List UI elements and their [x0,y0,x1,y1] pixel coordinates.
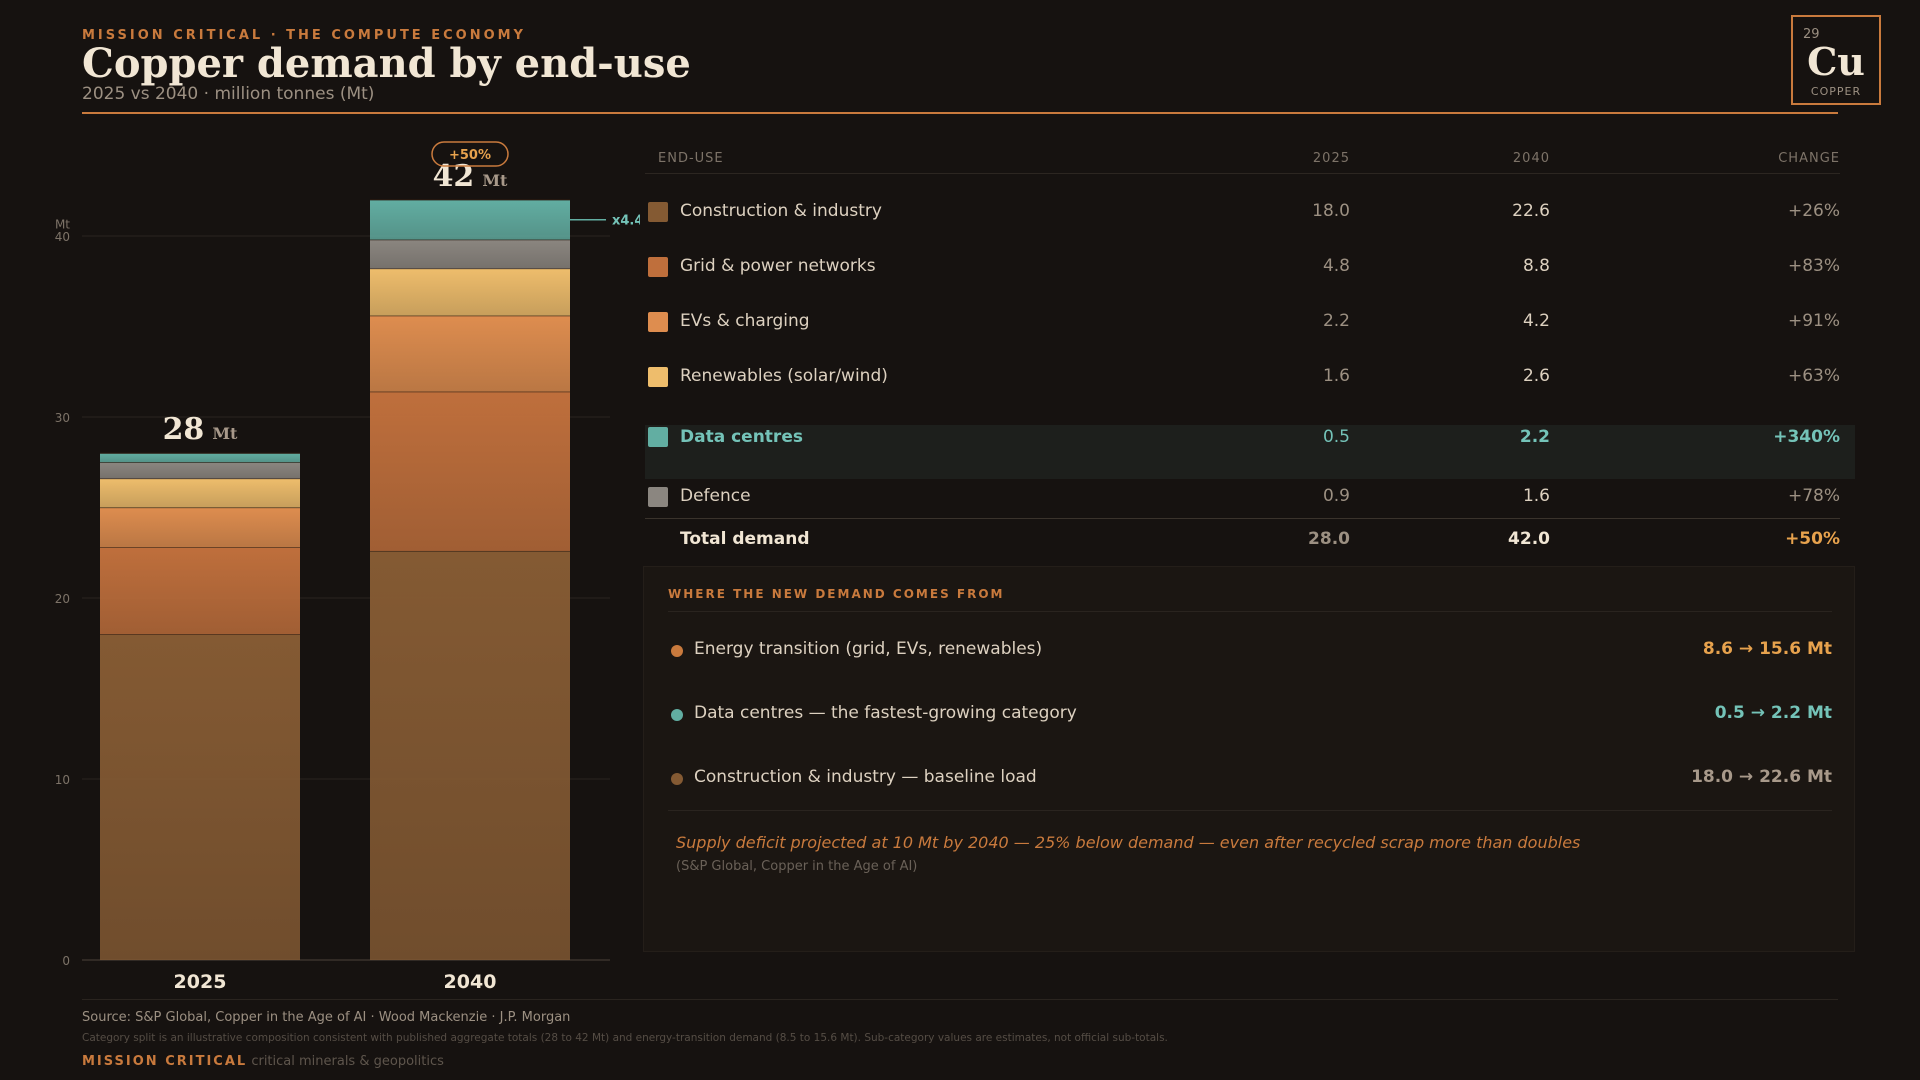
table-row-highlighted: Data centres 0.5 2.2 +340% [645,425,1855,479]
legend-swatch [648,367,668,387]
disclaimer: Category split is an illustrative compos… [82,1032,1168,1044]
bullet-dot [671,773,683,785]
panel-item: Energy transition (grid, EVs, renewables… [668,639,1832,669]
panel-item-label: Energy transition (grid, EVs, renewables… [694,639,1043,659]
multiplier-label: x4.4 [612,214,640,229]
page-subtitle: 2025 vs 2040 · million tonnes (Mt) [82,84,375,104]
bar-segment [370,239,570,269]
bullet-dot [671,645,683,657]
bar-segment [370,268,570,316]
row-change: +26% [1787,201,1840,221]
source-line: Source: S&P Global, Copper in the Age of… [82,1010,571,1025]
table-row: Renewables (solar/wind) 1.6 2.6 +63% [645,361,1855,415]
row-value-2025: 2.2 [1322,311,1350,331]
row-label: Grid & power networks [680,256,876,276]
row-value-2040: 1.6 [1522,486,1550,506]
bar-total-label: 42 Mt [433,159,508,194]
footer-divider [82,999,1838,1000]
legend-swatch [648,427,668,447]
demand-source-panel: WHERE THE NEW DEMAND COMES FROM Energy t… [643,566,1855,952]
element-symbol: Cu [1807,39,1865,84]
bar-segment [370,550,570,960]
col-header-2040: 2040 [1512,151,1550,166]
y-tick-label: 30 [55,411,70,425]
row-label: Defence [680,486,751,506]
table-total-divider [645,518,1840,519]
row-value-2040: 22.6 [1512,201,1550,221]
y-tick-label: 40 [55,230,70,244]
note-source: (S&P Global, Copper in the Age of AI) [676,859,918,874]
bar-segment [100,462,300,479]
bar-segment [100,634,300,960]
row-value-2025: 0.9 [1322,486,1350,506]
legend-swatch [648,202,668,222]
total-label: Total demand [680,529,810,549]
x-tick-label: 2025 [174,971,227,993]
panel-item: Data centres — the fastest-growing categ… [668,703,1832,733]
row-change: +78% [1787,486,1840,506]
bar-segment [100,507,300,548]
element-badge: 29 Cu COPPER [1791,15,1881,105]
total-2025: 28.0 [1308,529,1350,549]
legend-swatch [648,487,668,507]
row-label: Renewables (solar/wind) [680,366,888,386]
growth-badge-label: +50% [449,148,491,163]
panel-heading: WHERE THE NEW DEMAND COMES FROM [668,587,1005,601]
row-label: EVs & charging [680,311,810,331]
bar-segment [100,547,300,635]
y-axis-label: Mt [55,218,70,232]
stacked-bar-chart: 010203040Mt202528 Mt204042 Mt+50%x4.4 [55,141,640,993]
row-value-2040: 2.6 [1522,366,1550,386]
panel-divider [668,611,1832,612]
table-row: Construction & industry 18.0 22.6 +26% [645,196,1855,250]
row-value-2025: 4.8 [1322,256,1350,276]
table-row: EVs & charging 2.2 4.2 +91% [645,306,1855,360]
bar-segment [370,391,570,551]
panel-item-value: 18.0 → 22.6 Mt [1691,767,1832,787]
row-value-2040: 2.2 [1519,427,1550,447]
row-value-2040: 4.2 [1522,311,1550,331]
col-header-change: CHANGE [1778,151,1840,166]
total-change: +50% [1785,529,1840,549]
y-tick-label: 10 [55,773,70,787]
panel-item-value: 8.6 → 15.6 Mt [1702,639,1832,659]
brand-tagline: critical minerals & geopolitics [251,1054,444,1069]
brand-name: MISSION CRITICAL [82,1054,248,1069]
legend-swatch [648,312,668,332]
row-value-2025: 0.5 [1322,427,1350,447]
row-change: +91% [1787,311,1840,331]
x-tick-label: 2040 [444,971,497,993]
bar-segment [100,478,300,508]
bullet-dot [671,709,683,721]
panel-item-label: Construction & industry — baseline load [694,767,1037,787]
legend-swatch [648,257,668,277]
page-title: Copper demand by end-use [82,40,691,87]
row-change: +63% [1787,366,1840,386]
row-value-2025: 1.6 [1322,366,1350,386]
y-tick-label: 20 [55,592,70,606]
row-change: +83% [1787,256,1840,276]
bar-segment [370,315,570,392]
row-value-2025: 18.0 [1312,201,1350,221]
header-divider [82,112,1838,114]
bar-segment [100,453,300,463]
col-header-2025: 2025 [1312,151,1350,166]
panel-item-value: 0.5 → 2.2 Mt [1714,703,1832,723]
table-row: Grid & power networks 4.8 8.8 +83% [645,251,1855,305]
y-tick-label: 0 [62,954,70,968]
row-label: Construction & industry [680,201,882,221]
supply-deficit-note: Supply deficit projected at 10 Mt by 204… [676,833,1581,852]
footer-brand: MISSION CRITICAL critical minerals & geo… [82,1054,444,1069]
row-label: Data centres [680,427,803,447]
panel-divider [668,810,1832,811]
bar-segment [370,199,570,240]
table-header-divider [645,173,1840,174]
element-name: COPPER [1810,85,1862,98]
panel-item: Construction & industry — baseline load … [668,767,1832,797]
total-2040: 42.0 [1508,529,1550,549]
row-change: +340% [1773,427,1840,447]
panel-item-label: Data centres — the fastest-growing categ… [694,703,1077,723]
row-value-2040: 8.8 [1522,256,1550,276]
col-header-end-use: END-USE [658,151,724,166]
